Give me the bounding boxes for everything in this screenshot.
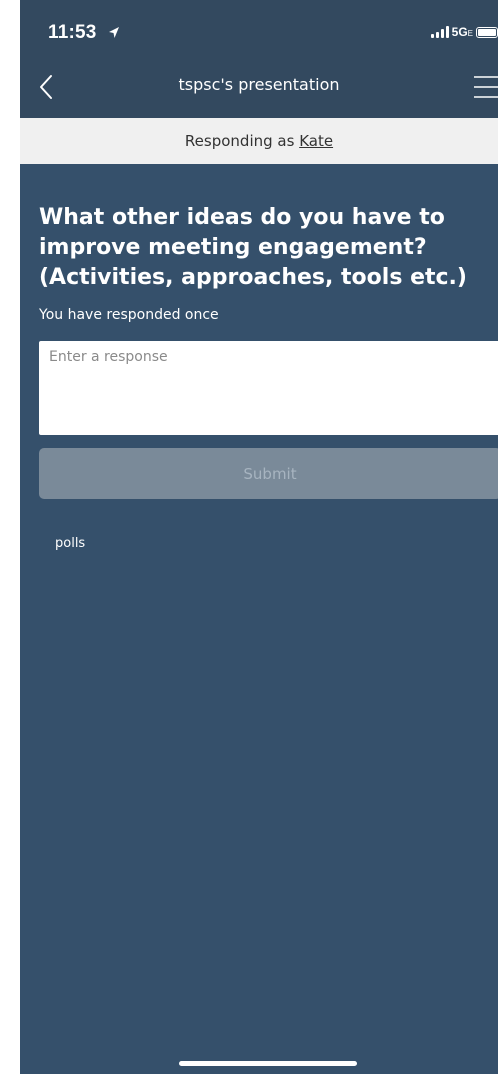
network-type: 5GE: [451, 25, 473, 39]
response-input[interactable]: [39, 341, 498, 435]
status-indicators: 5GE: [430, 25, 498, 39]
navigation-bar: tspsc's presentation: [20, 56, 498, 118]
presentation-title: tspsc's presentation: [178, 75, 340, 94]
battery-icon: [476, 26, 498, 38]
responder-name-link[interactable]: Kate: [299, 132, 333, 150]
response-count-text: You have responded once: [39, 307, 219, 323]
question-text: What other ideas do you have to improve …: [39, 205, 467, 290]
status-time: 11:53: [48, 22, 97, 43]
responding-as-label: Responding as: [184, 132, 300, 150]
status-time-group: 11:53: [48, 22, 120, 44]
location-arrow-icon: [109, 27, 120, 38]
cellular-signal-icon: [430, 26, 449, 38]
polls-label: polls: [55, 536, 86, 551]
responding-as-banner: Responding as Kate: [20, 118, 498, 164]
hamburger-menu-icon[interactable]: [472, 74, 498, 100]
home-indicator[interactable]: [179, 1061, 357, 1066]
status-bar: 11:53 5GE: [20, 0, 498, 56]
app-screen: 11:53 5GE tspsc's presentation Respondin…: [20, 0, 498, 1074]
submit-button[interactable]: Submit: [39, 448, 498, 499]
